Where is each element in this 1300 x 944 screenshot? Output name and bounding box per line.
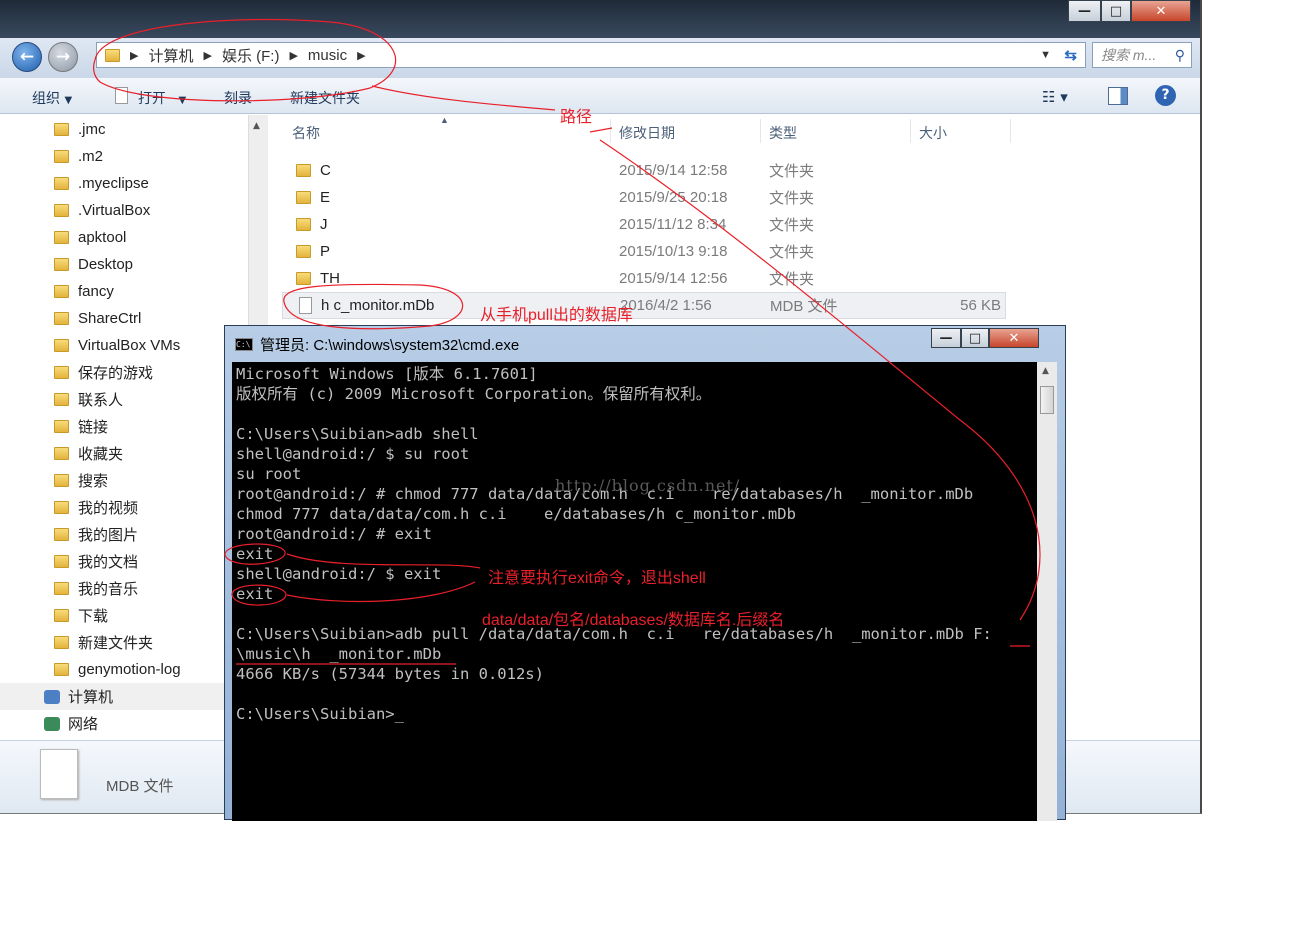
path-pointer: [589, 127, 613, 133]
exit-pointer: [286, 553, 481, 603]
annotation-strokes: [92, 18, 1041, 665]
path-pointer: [371, 85, 556, 111]
path-circle: [92, 18, 397, 102]
exit-circle: [224, 543, 286, 565]
db-connector: [599, 139, 1041, 621]
db-circle: [283, 283, 464, 330]
exit-circle: [231, 584, 287, 606]
